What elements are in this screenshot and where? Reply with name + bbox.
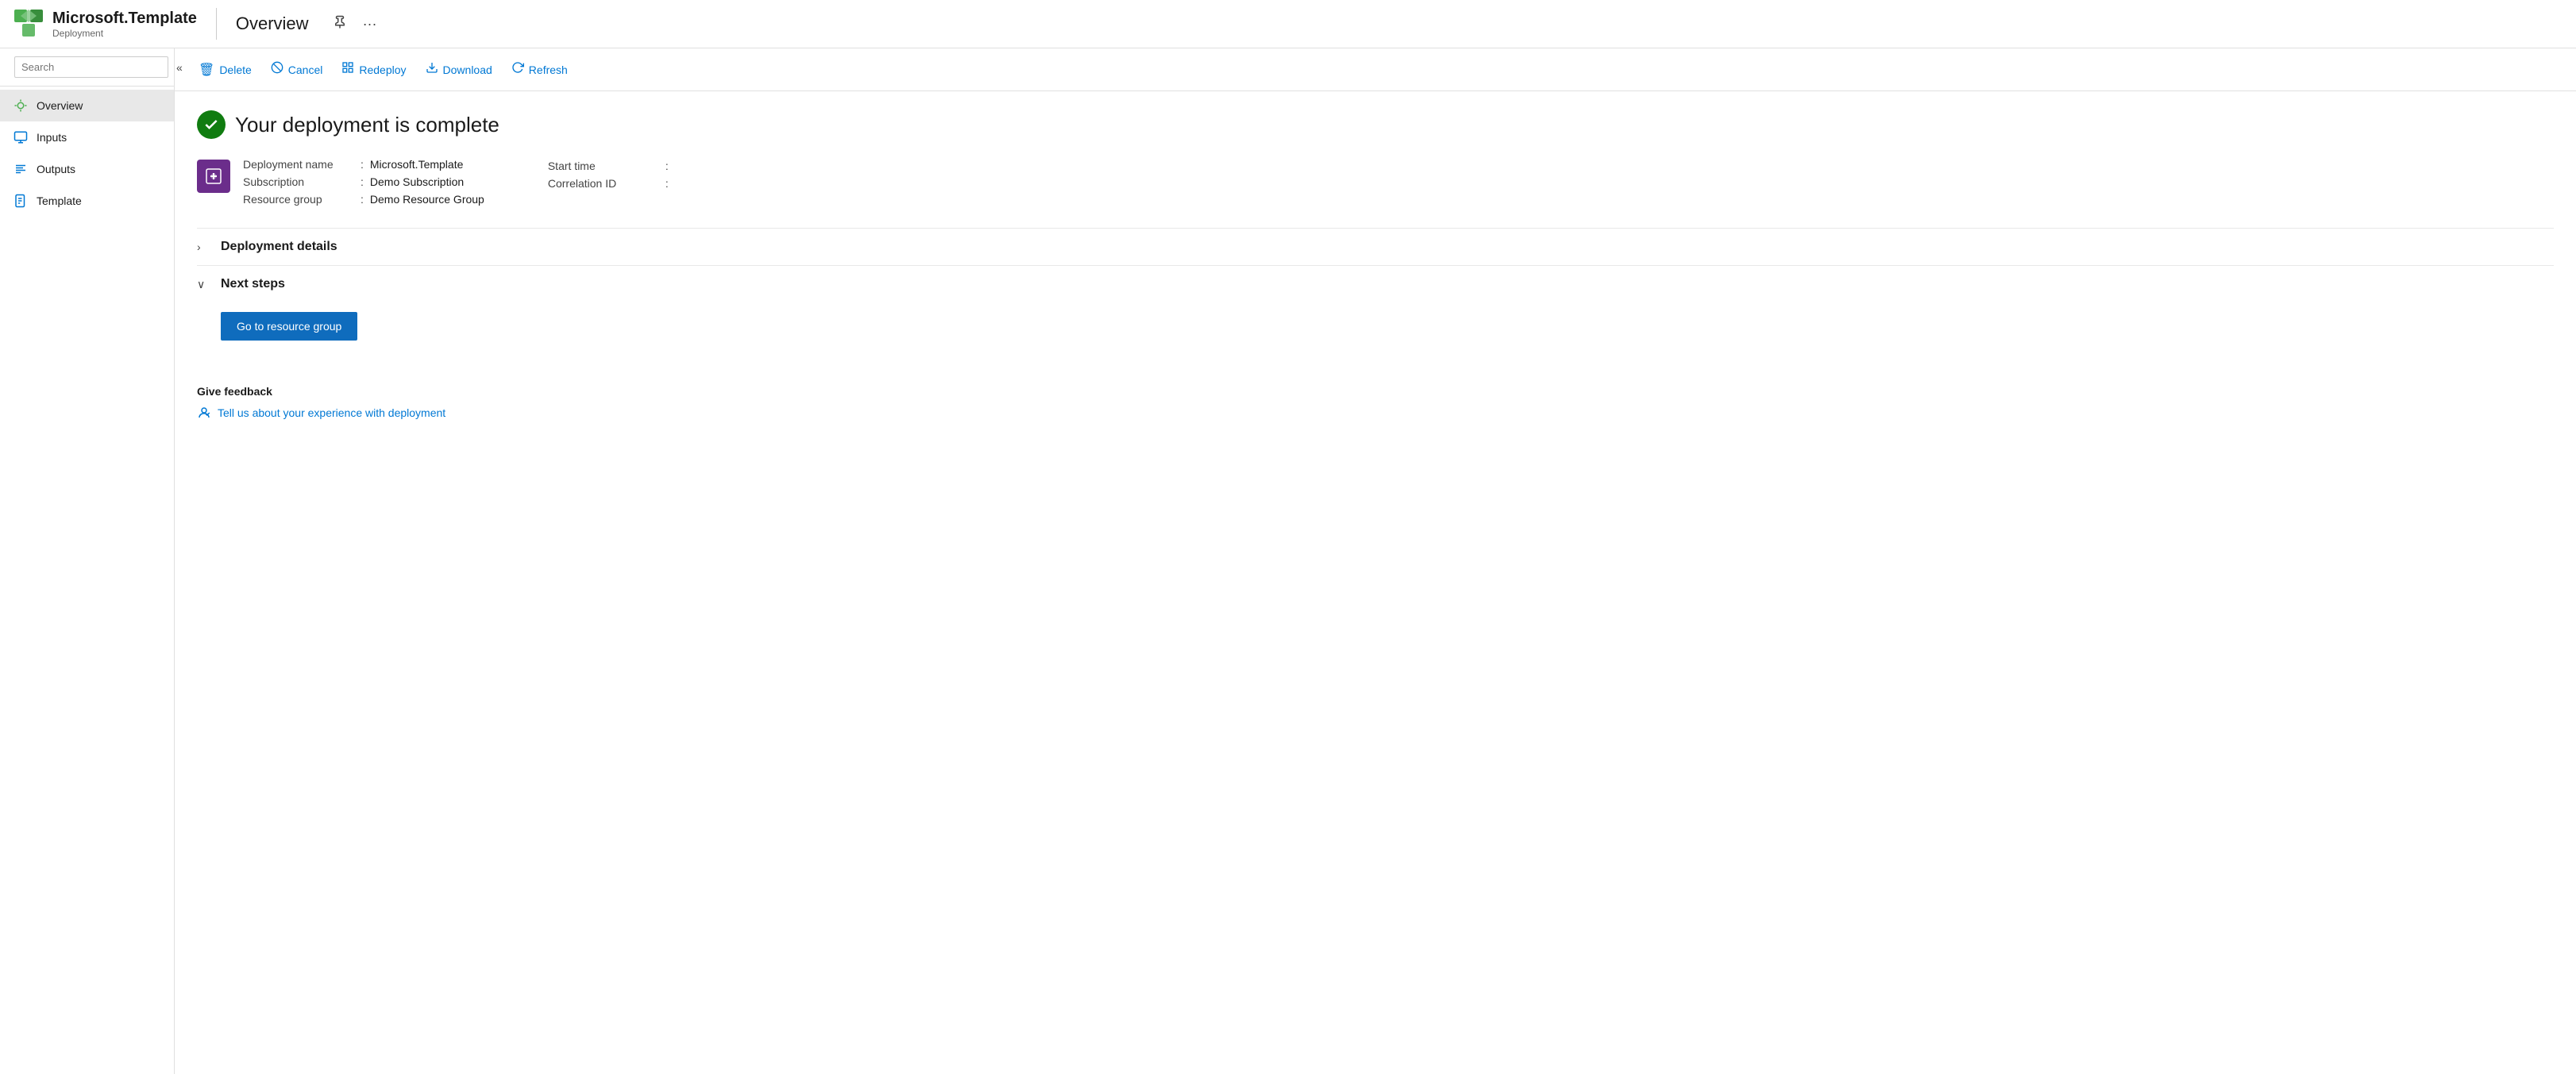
main-layout: « Overview [0, 48, 2576, 1074]
sidebar-item-overview[interactable]: Overview [0, 90, 174, 121]
azure-logo-icon [13, 8, 44, 40]
app-subtitle: Deployment [52, 28, 197, 39]
header-actions: ··· [328, 12, 382, 37]
sidebar-item-inputs-label: Inputs [37, 131, 67, 144]
deployment-name-label: Deployment name [243, 158, 354, 171]
pin-button[interactable] [328, 12, 352, 37]
deployment-details-section[interactable]: › Deployment details [197, 228, 2554, 265]
info-left: Deployment name : Microsoft.Template Sub… [197, 158, 484, 206]
more-icon: ··· [363, 16, 377, 32]
info-right: Start time : Correlation ID : [548, 158, 675, 206]
resource-group-value: Demo Resource Group [370, 193, 484, 206]
sidebar-nav: Overview Inputs Outputs [0, 87, 174, 220]
refresh-icon [511, 61, 524, 78]
sidebar-item-outputs-label: Outputs [37, 163, 75, 175]
sidebar-item-inputs[interactable]: Inputs [0, 121, 174, 153]
toolbar: 🗑 Delete Cancel Redeploy [175, 48, 2576, 91]
deployment-complete-banner: Your deployment is complete [197, 110, 2554, 139]
subscription-row: Subscription : Demo Subscription [243, 175, 484, 188]
app-layout: Microsoft.Template Deployment Overview ·… [0, 0, 2576, 1074]
feedback-section: Give feedback Tell us about your experie… [197, 372, 2554, 420]
correlation-id-row: Correlation ID : [548, 177, 675, 190]
feedback-title: Give feedback [197, 385, 2554, 398]
success-icon [197, 110, 226, 139]
deployment-details-label: Deployment details [221, 240, 337, 254]
delete-button[interactable]: 🗑 Delete [191, 57, 260, 83]
resource-group-row: Resource group : Demo Resource Group [243, 193, 484, 206]
content-area: 🗑 Delete Cancel Redeploy [175, 48, 2576, 1074]
feedback-link[interactable]: Tell us about your experience with deplo… [197, 406, 2554, 420]
resource-icon [197, 160, 230, 193]
delete-label: Delete [219, 64, 251, 76]
deployment-complete-title: Your deployment is complete [235, 113, 499, 137]
redeploy-label: Redeploy [359, 64, 406, 76]
deployment-name-value: Microsoft.Template [370, 158, 463, 171]
header-logo: Microsoft.Template Deployment [13, 8, 197, 40]
download-icon [426, 61, 438, 78]
cancel-button[interactable]: Cancel [263, 56, 331, 83]
outputs-icon [13, 161, 29, 177]
info-fields: Deployment name : Microsoft.Template Sub… [243, 158, 484, 206]
redeploy-button[interactable]: Redeploy [334, 56, 414, 83]
sidebar-item-template[interactable]: Template [0, 185, 174, 217]
next-steps-chevron: ∨ [197, 278, 213, 291]
resource-group-label: Resource group [243, 193, 354, 206]
download-button[interactable]: Download [418, 56, 500, 83]
inputs-icon [13, 129, 29, 145]
sidebar-item-overview-label: Overview [37, 99, 83, 112]
sidebar-item-template-label: Template [37, 194, 82, 207]
sidebar-item-outputs[interactable]: Outputs [0, 153, 174, 185]
overview-icon [13, 98, 29, 114]
sections-container: › Deployment details ∨ Next steps Go to … [197, 228, 2554, 350]
correlation-id-label: Correlation ID [548, 177, 659, 190]
search-input[interactable] [14, 56, 168, 78]
template-icon [13, 193, 29, 209]
header: Microsoft.Template Deployment Overview ·… [0, 0, 2576, 48]
start-time-row: Start time : [548, 160, 675, 172]
start-time-label: Start time [548, 160, 659, 172]
refresh-label: Refresh [529, 64, 568, 76]
sidebar: « Overview [0, 48, 175, 1074]
subscription-value: Demo Subscription [370, 175, 464, 188]
feedback-link-text: Tell us about your experience with deplo… [218, 406, 445, 419]
feedback-icon [197, 406, 211, 420]
next-steps-section[interactable]: ∨ Next steps [197, 265, 2554, 302]
redeploy-icon [341, 61, 354, 78]
deployment-name-row: Deployment name : Microsoft.Template [243, 158, 484, 171]
app-name: Microsoft.Template [52, 10, 197, 28]
delete-icon: 🗑 [199, 62, 214, 78]
next-steps-label: Next steps [221, 277, 285, 291]
next-steps-content: Go to resource group [197, 302, 2554, 350]
search-bar: « [0, 48, 174, 87]
cancel-icon [271, 61, 283, 78]
cancel-label: Cancel [288, 64, 323, 76]
main-content: Your deployment is complete Deployment n… [175, 91, 2576, 439]
header-divider [216, 8, 217, 40]
go-to-resource-group-button[interactable]: Go to resource group [221, 312, 357, 341]
more-options-button[interactable]: ··· [358, 13, 382, 36]
page-title: Overview [236, 13, 309, 34]
refresh-button[interactable]: Refresh [503, 56, 576, 83]
deployment-details-chevron: › [197, 241, 213, 253]
subscription-label: Subscription [243, 175, 354, 188]
header-title: Microsoft.Template Deployment [52, 10, 197, 39]
download-label: Download [443, 64, 492, 76]
deployment-info: Deployment name : Microsoft.Template Sub… [197, 158, 2554, 206]
